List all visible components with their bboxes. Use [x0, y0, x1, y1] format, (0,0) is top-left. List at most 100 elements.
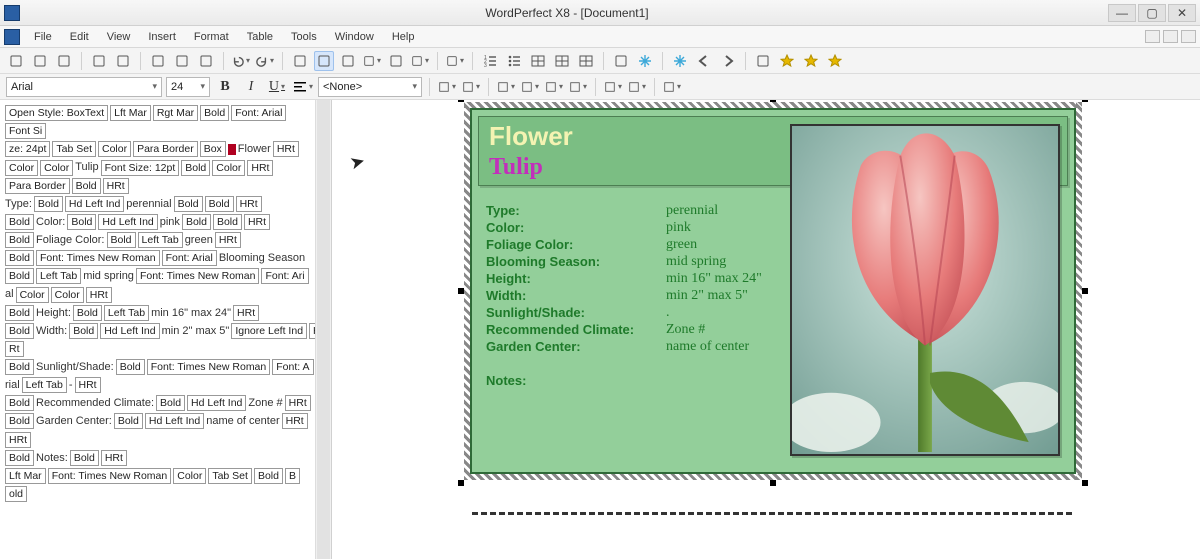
reveal-code[interactable]: HRt	[282, 413, 308, 429]
reveal-code[interactable]: Left Tab	[104, 305, 149, 321]
reveal-text[interactable]: al	[4, 285, 15, 303]
reveal-text[interactable]: Width:	[35, 322, 68, 340]
reveal-text[interactable]: min 2" max 5"	[161, 322, 231, 340]
reveal-code[interactable]: old	[5, 486, 27, 502]
reveal-code[interactable]: Color	[212, 160, 245, 176]
print-icon[interactable]	[89, 51, 109, 71]
reveal-code[interactable]: Para Border	[133, 141, 198, 157]
demote-icon[interactable]	[520, 77, 540, 97]
save-icon[interactable]	[54, 51, 74, 71]
reveal-code[interactable]: Tab Set	[208, 468, 252, 484]
paste-icon[interactable]	[196, 51, 216, 71]
table-icon[interactable]	[528, 51, 548, 71]
reveal-code-line[interactable]: Rt	[4, 340, 327, 358]
reveal-code[interactable]: Ignore Left Ind	[231, 323, 307, 339]
reveal-text[interactable]: Color:	[35, 213, 66, 231]
spellcheck-b-icon[interactable]	[461, 77, 481, 97]
reveal-code[interactable]: Box	[200, 141, 226, 157]
reveal-code[interactable]: Font: Times New Roman	[147, 359, 271, 375]
mdi-minimize-button[interactable]	[1145, 30, 1160, 43]
menu-file[interactable]: File	[26, 29, 60, 45]
mdi-restore-button[interactable]	[1163, 30, 1178, 43]
reveal-text[interactable]: name of center	[205, 412, 280, 430]
reveal-code-line[interactable]: BoldNotes:BoldHRt	[4, 449, 327, 467]
reveal-code[interactable]: Bold	[70, 450, 99, 466]
reveal-code[interactable]: ze: 24pt	[5, 141, 50, 157]
reveal-code[interactable]: Color	[40, 160, 73, 176]
reveal-text[interactable]: Recommended Climate:	[35, 394, 155, 412]
document-editor[interactable]: ➤ Flower Tulip	[332, 100, 1200, 559]
sparkle-icon[interactable]	[670, 51, 690, 71]
reveal-code[interactable]: Font: A	[272, 359, 313, 375]
reveal-text[interactable]: Height:	[35, 304, 72, 322]
reveal-code[interactable]: Hd Left Ind	[145, 413, 204, 429]
reveal-code[interactable]: Bold	[5, 413, 34, 429]
reveal-code-line[interactable]: HRt	[4, 431, 327, 449]
reveal-text[interactable]: Sunlight/Shade:	[35, 358, 115, 376]
reveal-code-line[interactable]: rialLeft Tab-HRt	[4, 376, 327, 394]
copy-icon[interactable]	[172, 51, 192, 71]
reveal-code[interactable]: HRt	[233, 305, 259, 321]
reveal-code[interactable]: HRt	[86, 287, 112, 303]
menu-window[interactable]: Window	[327, 29, 382, 45]
reveal-code-line[interactable]: alColorColorHRt	[4, 285, 327, 303]
arrow-left-icon[interactable]	[694, 51, 714, 71]
underline-button[interactable]: U	[266, 77, 288, 97]
menu-insert[interactable]: Insert	[140, 29, 184, 45]
menu-view[interactable]: View	[99, 29, 139, 45]
reveal-code[interactable]: Bold	[69, 323, 98, 339]
bold-button[interactable]: B	[214, 77, 236, 97]
reveal-code[interactable]: Bold	[116, 359, 145, 375]
reveal-text[interactable]: Garden Center:	[35, 412, 113, 430]
reveal-code[interactable]: HRt	[5, 432, 31, 448]
reveal-code[interactable]: HRt	[103, 178, 129, 194]
reveal-text[interactable]: Blooming Season	[218, 249, 306, 267]
reveal-code-line[interactable]: BoldColor:BoldHd Left IndpinkBoldBoldHRt	[4, 213, 327, 231]
reveal-code[interactable]: Bold	[182, 214, 211, 230]
reveal-code[interactable]: Bold	[5, 232, 34, 248]
clipart-icon[interactable]	[290, 51, 310, 71]
view-codes-icon[interactable]	[662, 77, 682, 97]
reveal-code[interactable]: Hd Left Ind	[100, 323, 159, 339]
close-button[interactable]: ✕	[1168, 4, 1196, 22]
reveal-code[interactable]: Bold	[67, 214, 96, 230]
indent-left-icon[interactable]	[544, 77, 564, 97]
highlight-icon[interactable]	[362, 51, 382, 71]
reveal-code[interactable]: HRt	[236, 196, 262, 212]
award-icon[interactable]	[825, 51, 845, 71]
style-select[interactable]: <None>▾	[318, 77, 422, 97]
redo-icon[interactable]	[255, 51, 275, 71]
reveal-code[interactable]: Bold	[72, 178, 101, 194]
reveal-code[interactable]: Bold	[5, 214, 34, 230]
reveal-code[interactable]: B	[285, 468, 300, 484]
numbered-list-icon[interactable]: 123	[480, 51, 500, 71]
reveal-code[interactable]: Para Border	[5, 178, 70, 194]
minimize-button[interactable]: —	[1108, 4, 1136, 22]
text-box-object[interactable]: Flower Tulip	[464, 102, 1082, 480]
menu-format[interactable]: Format	[186, 29, 237, 45]
reveal-code[interactable]: Color	[173, 468, 206, 484]
snowflake-icon[interactable]	[635, 51, 655, 71]
italic-button[interactable]: I	[240, 77, 262, 97]
reveal-code[interactable]: Font: Arial	[162, 250, 217, 266]
reveal-text[interactable]: mid spring	[82, 267, 135, 285]
reveal-code-line[interactable]: BoldRecommended Climate:BoldHd Left IndZ…	[4, 394, 327, 412]
arrow-right-icon[interactable]	[718, 51, 738, 71]
columns-icon[interactable]	[445, 51, 465, 71]
reveal-code[interactable]: Rt	[5, 341, 24, 357]
app-menu-icon[interactable]	[4, 29, 20, 45]
reveal-code[interactable]: HRt	[247, 160, 273, 176]
star-icon[interactable]	[801, 51, 821, 71]
reveal-code-line[interactable]: BoldSunlight/Shade:BoldFont: Times New R…	[4, 358, 327, 376]
reveal-text[interactable]: rial	[4, 376, 21, 394]
reveal-code[interactable]: Color	[98, 141, 131, 157]
border-all-icon[interactable]	[627, 77, 647, 97]
reveal-code[interactable]: Font Si	[5, 123, 46, 139]
reveal-code-line[interactable]: ze: 24ptTab SetColorPara BorderBoxFlower…	[4, 140, 327, 158]
reveal-code[interactable]: Color	[5, 160, 38, 176]
reveal-code[interactable]: Left Tab	[138, 232, 183, 248]
book-icon[interactable]	[611, 51, 631, 71]
menu-tools[interactable]: Tools	[283, 29, 325, 45]
reveal-code-line[interactable]: Lft MarFont: Times New RomanColorTab Set…	[4, 467, 327, 485]
spellcheck-a-icon[interactable]	[437, 77, 457, 97]
